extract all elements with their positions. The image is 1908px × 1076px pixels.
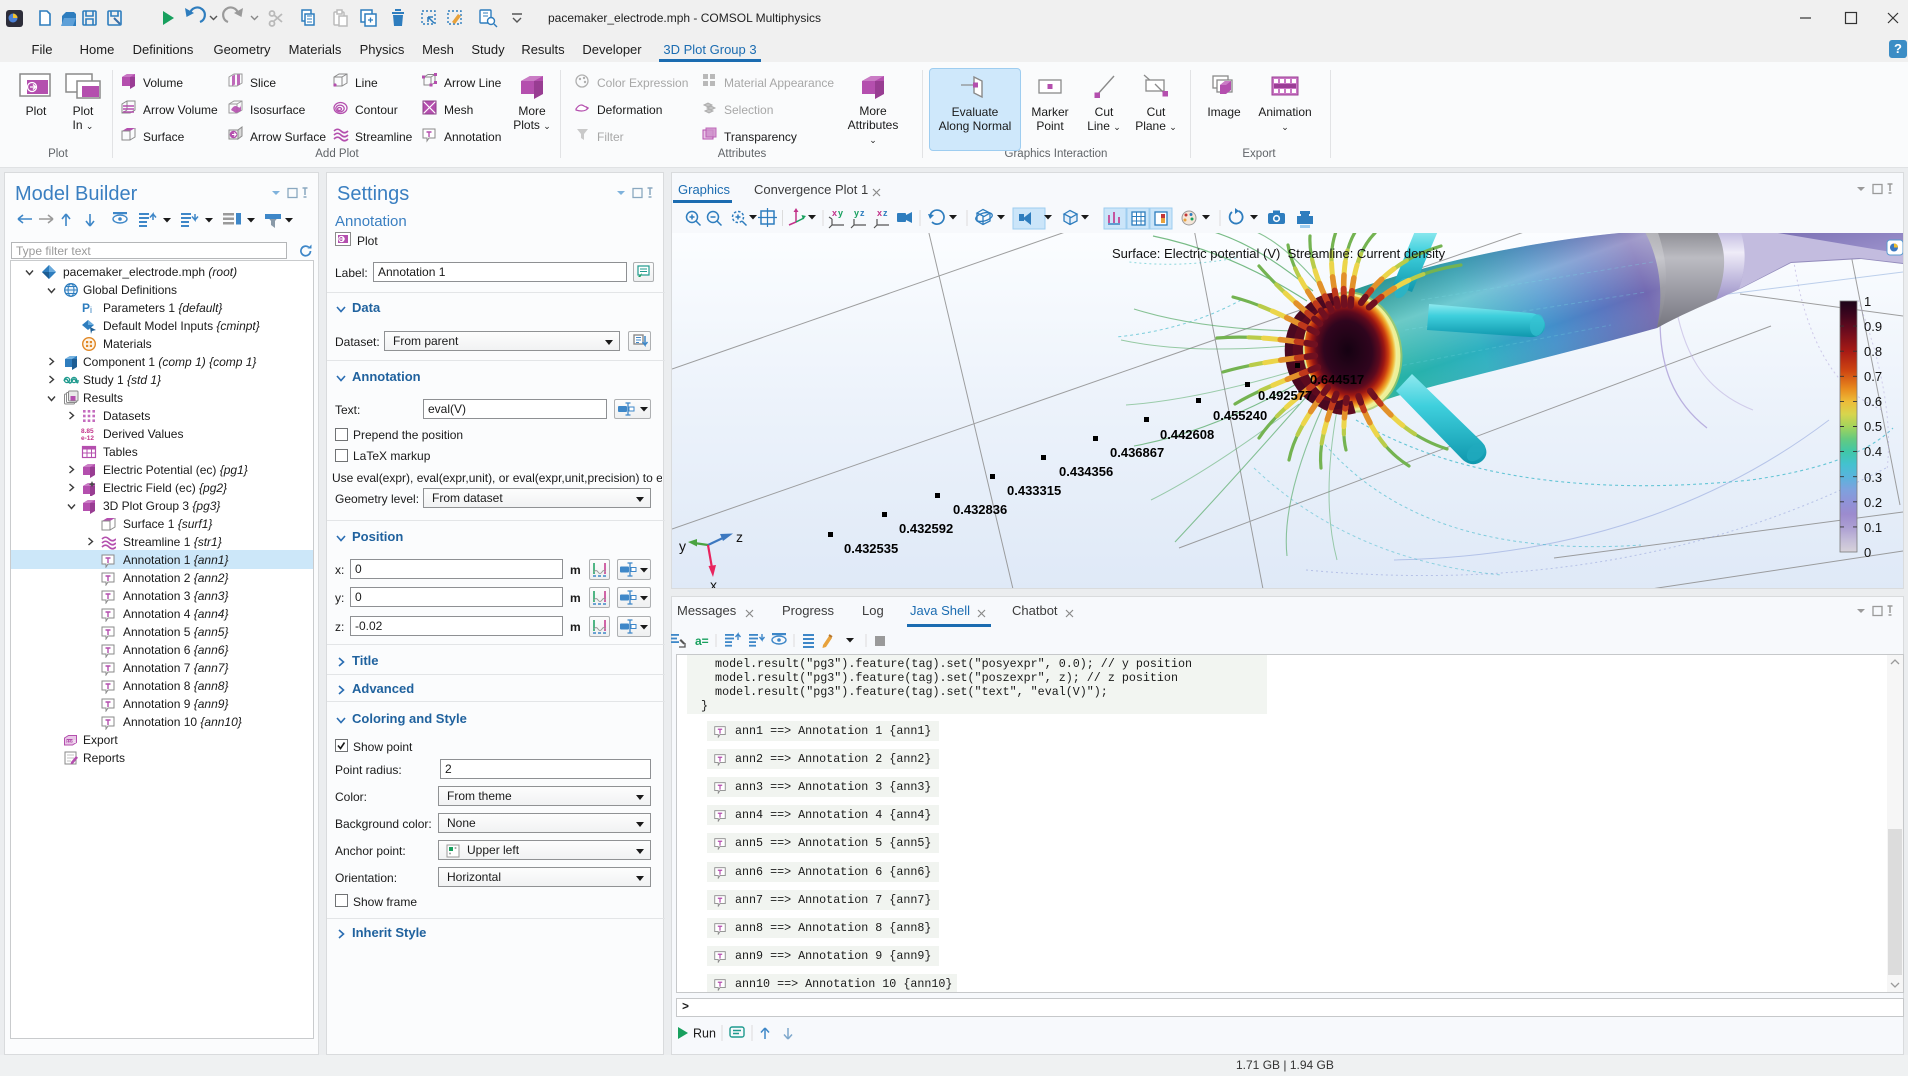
svg-text:0.434356: 0.434356 [1059, 464, 1113, 479]
svg-text:x: x [710, 577, 717, 588]
svg-text:z: z [860, 208, 865, 218]
svg-text:0.8: 0.8 [1864, 344, 1882, 359]
svg-text:e-12: e-12 [81, 435, 94, 442]
svg-text:x: x [832, 208, 837, 218]
svg-text:i: i [90, 305, 92, 315]
svg-text:0.1: 0.1 [1864, 520, 1882, 535]
svg-text:0: 0 [1864, 545, 1871, 560]
svg-text:0.432535: 0.432535 [844, 541, 898, 556]
svg-text:0.433315: 0.433315 [1007, 483, 1061, 498]
svg-text:Run: Run [693, 1027, 716, 1041]
svg-text:8.85: 8.85 [81, 428, 94, 435]
svg-text:0.2: 0.2 [1864, 495, 1882, 510]
svg-text:0.455240: 0.455240 [1213, 408, 1267, 423]
svg-text:0.492577: 0.492577 [1258, 388, 1312, 403]
svg-text:1101: 1101 [67, 739, 77, 744]
svg-text:0.7: 0.7 [1864, 369, 1882, 384]
svg-text:z: z [736, 529, 743, 545]
svg-text:0.3: 0.3 [1864, 470, 1882, 485]
svg-text:0.432592: 0.432592 [899, 521, 953, 536]
svg-text:0.9: 0.9 [1864, 319, 1882, 334]
svg-text:0.6: 0.6 [1864, 394, 1882, 409]
svg-text:y: y [679, 538, 686, 554]
svg-text:0.432836: 0.432836 [953, 502, 1007, 517]
svg-text:z: z [883, 208, 888, 218]
svg-text:y: y [854, 208, 859, 218]
svg-text:y: y [838, 208, 843, 218]
svg-text:0.5: 0.5 [1864, 419, 1882, 434]
svg-text:1: 1 [1864, 294, 1871, 309]
svg-text:0.442608: 0.442608 [1160, 427, 1214, 442]
svg-text:0.4: 0.4 [1864, 444, 1882, 459]
svg-text:a=: a= [695, 634, 709, 648]
svg-text:0.644517: 0.644517 [1310, 372, 1364, 387]
svg-text:x: x [877, 208, 882, 218]
svg-text:P: P [82, 301, 90, 315]
svg-text:0.436867: 0.436867 [1110, 445, 1164, 460]
svg-text:Surface: Electric potential (V: Surface: Electric potential (V) Streamli… [1112, 246, 1446, 261]
